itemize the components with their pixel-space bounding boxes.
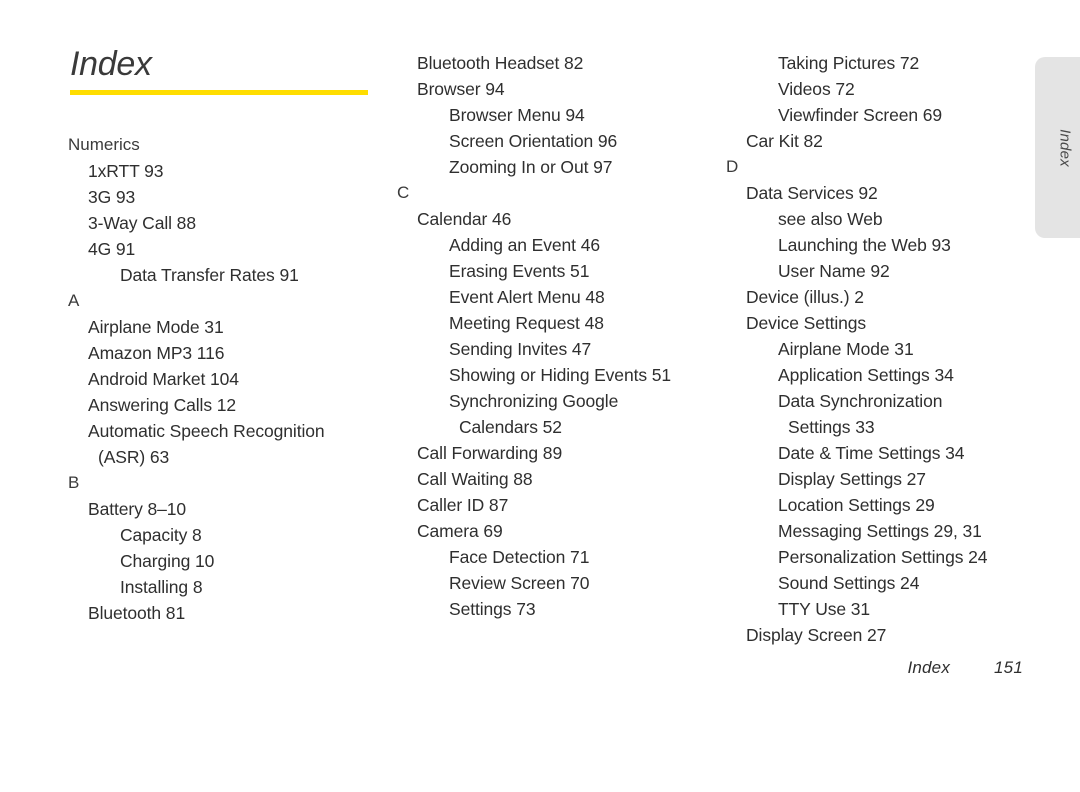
index-entry: Airplane Mode 31 <box>88 317 224 337</box>
index-entry: Display Settings 27 <box>778 469 926 489</box>
index-entry: Showing or Hiding Events 51 <box>449 365 672 385</box>
index-entry: Call Waiting 88 <box>417 469 533 489</box>
index-letter-heading: A <box>68 291 80 310</box>
index-entry: Display Screen 27 <box>746 625 887 645</box>
page-footer: Index 151 <box>0 658 1080 688</box>
index-entry: Application Settings 34 <box>778 365 954 385</box>
index-entry: Caller ID 87 <box>417 495 509 515</box>
index-entry: Airplane Mode 31 <box>778 339 914 359</box>
index-entry: Device Settings <box>746 313 867 333</box>
index-entry: Data Transfer Rates 91 <box>120 265 299 285</box>
index-entry: Device (illus.) 2 <box>746 287 864 307</box>
index-entry: Launching the Web 93 <box>778 235 951 255</box>
index-entry: Messaging Settings 29, 31 <box>778 521 982 541</box>
index-column-2: Bluetooth Headset 82 Browser 94 Browser Me… <box>397 0 717 710</box>
index-entry: Android Market 104 <box>88 369 239 389</box>
index-entry: Personalization Settings 24 <box>778 547 988 567</box>
index-entry: Event Alert Menu 48 <box>449 287 605 307</box>
index-entry: Charging 10 <box>120 551 215 571</box>
index-entry: Answering Calls 12 <box>88 395 236 415</box>
index-entry: 1xRTT 93 <box>88 161 164 181</box>
index-entry: Meeting Request 48 <box>449 313 604 333</box>
index-entry: Automatic Speech Recognition <box>88 421 325 441</box>
index-letter-heading: D <box>726 157 739 176</box>
index-entry: 4G 91 <box>88 239 136 259</box>
index-entry: Battery 8–10 <box>88 499 187 519</box>
index-entry: Date & Time Settings 34 <box>778 443 965 463</box>
index-entry: Face Detection 71 <box>449 547 590 567</box>
index-entry: Videos 72 <box>778 79 855 99</box>
index-entry: Adding an Event 46 <box>449 235 600 255</box>
index-entry: Bluetooth 81 <box>88 603 186 623</box>
index-letter-heading: B <box>68 473 80 492</box>
index-entry: Data Synchronization <box>778 391 943 411</box>
index-entry: Sending Invites 47 <box>449 339 592 359</box>
index-entry: Call Forwarding 89 <box>417 443 563 463</box>
page-footer-inner: Index 151 <box>907 658 1023 678</box>
index-entry: Zooming In or Out 97 <box>449 157 613 177</box>
index-entry: Erasing Events 51 <box>449 261 590 281</box>
index-entry: Bluetooth Headset 82 <box>417 53 584 73</box>
index-entry: Capacity 8 <box>120 525 202 545</box>
index-entry: Settings 73 <box>449 599 536 619</box>
index-entry: Taking Pictures 72 <box>778 53 920 73</box>
footer-section-label: Index <box>907 658 951 677</box>
footer-page-number: 151 <box>994 658 1023 677</box>
index-entry: Calendar 46 <box>417 209 512 229</box>
index-entry: Viewfinder Screen 69 <box>778 105 943 125</box>
index-entry: Data Services 92 <box>746 183 878 203</box>
index-entry: Review Screen 70 <box>449 573 590 593</box>
index-entry: 3G 93 <box>88 187 136 207</box>
index-entry: Browser 94 <box>417 79 505 99</box>
index-column-3: Taking Pictures 72 Videos 72 Viewfinder Sc… <box>726 0 1046 710</box>
index-entry: User Name 92 <box>778 261 890 281</box>
index-entry: Location Settings 29 <box>778 495 935 515</box>
index-entry: Car Kit 82 <box>746 131 823 151</box>
index-entry: Amazon MP3 116 <box>88 343 225 363</box>
index-entry: see also Web <box>778 209 883 229</box>
index-entry: Screen Orientation 96 <box>449 131 618 151</box>
index-entry: Calendars 52 <box>459 417 562 437</box>
index-entry: Browser Menu 94 <box>449 105 585 125</box>
index-entry: Synchronizing Google <box>449 391 619 411</box>
index-entry: TTY Use 31 <box>778 599 871 619</box>
index-entry: Settings 33 <box>788 417 875 437</box>
index-letter-heading: C <box>397 183 410 202</box>
index-page: Index Index Numerics 1xRTT 93 3G 93 3-Way C… <box>0 0 1080 720</box>
index-entry: 3-Way Call 88 <box>88 213 196 233</box>
index-entry: Installing 8 <box>120 577 203 597</box>
index-entry: Sound Settings 24 <box>778 573 920 593</box>
index-columns: Numerics 1xRTT 93 3G 93 3-Way Call 88 4G 91 D… <box>0 0 1080 660</box>
index-letter-heading: Numerics <box>68 135 140 154</box>
index-entry: Camera 69 <box>417 521 503 541</box>
index-entry: (ASR) 63 <box>98 447 170 467</box>
